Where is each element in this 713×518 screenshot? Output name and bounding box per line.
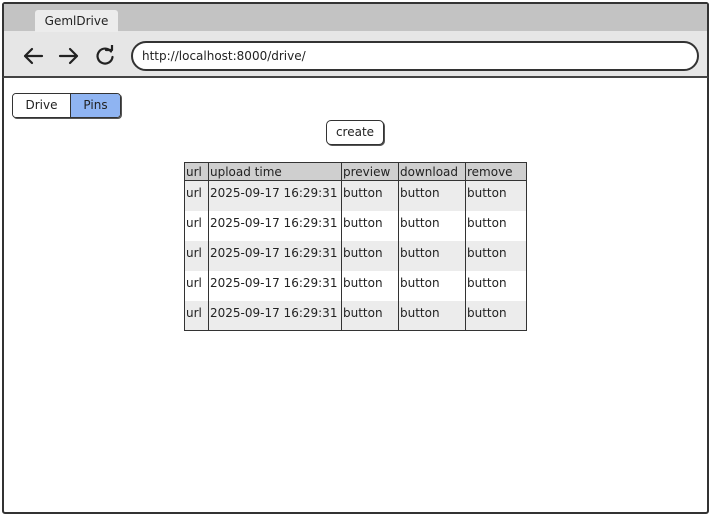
forward-button[interactable] — [56, 43, 82, 69]
header-upload-time: upload time — [208, 162, 342, 181]
preview-button[interactable]: button — [341, 210, 399, 241]
tab-strip: GemlDrive — [4, 4, 707, 32]
reload-button[interactable] — [92, 43, 118, 69]
header-url: url — [184, 162, 209, 181]
remove-button[interactable]: button — [465, 270, 527, 301]
table-row: url 2025-09-17 16:29:31 button button bu… — [184, 210, 527, 241]
upload-time-cell: 2025-09-17 16:29:31 — [208, 180, 342, 211]
upload-time-cell: 2025-09-17 16:29:31 — [208, 300, 342, 331]
preview-button[interactable]: button — [341, 180, 399, 211]
header-download: download — [398, 162, 466, 181]
table-row: url 2025-09-17 16:29:31 button button bu… — [184, 300, 527, 331]
view-toggle: Drive Pins — [12, 93, 121, 118]
reload-icon — [96, 45, 114, 65]
remove-button[interactable]: button — [465, 210, 527, 241]
preview-button[interactable]: button — [341, 300, 399, 331]
url-cell[interactable]: url — [184, 180, 209, 211]
browser-tab[interactable]: GemlDrive — [35, 10, 118, 32]
download-button[interactable]: button — [398, 240, 466, 271]
drive-toggle-button[interactable]: Drive — [13, 94, 71, 117]
table-header-row: url upload time preview download remove — [184, 162, 527, 181]
table-row: url 2025-09-17 16:29:31 button button bu… — [184, 270, 527, 301]
browser-chrome: GemlDrive http://localhost:8000/drive/ — [2, 2, 709, 78]
download-button[interactable]: button — [398, 300, 466, 331]
url-cell[interactable]: url — [184, 300, 209, 331]
create-button[interactable]: create — [326, 120, 384, 145]
arrow-right-icon — [58, 47, 79, 65]
arrow-left-icon — [23, 47, 44, 65]
remove-button[interactable]: button — [465, 180, 527, 211]
table-row: url 2025-09-17 16:29:31 button button bu… — [184, 180, 527, 211]
download-button[interactable]: button — [398, 270, 466, 301]
remove-button[interactable]: button — [465, 300, 527, 331]
upload-time-cell: 2025-09-17 16:29:31 — [208, 210, 342, 241]
preview-button[interactable]: button — [341, 270, 399, 301]
header-remove: remove — [465, 162, 527, 181]
url-cell[interactable]: url — [184, 240, 209, 271]
preview-button[interactable]: button — [341, 240, 399, 271]
back-button[interactable] — [20, 43, 46, 69]
header-preview: preview — [341, 162, 399, 181]
pins-table: url upload time preview download remove … — [184, 162, 527, 331]
table-row: url 2025-09-17 16:29:31 button button bu… — [184, 240, 527, 271]
url-cell[interactable]: url — [184, 210, 209, 241]
pins-toggle-button[interactable]: Pins — [71, 94, 120, 117]
address-bar[interactable]: http://localhost:8000/drive/ — [131, 41, 699, 71]
download-button[interactable]: button — [398, 180, 466, 211]
upload-time-cell: 2025-09-17 16:29:31 — [208, 270, 342, 301]
download-button[interactable]: button — [398, 210, 466, 241]
remove-button[interactable]: button — [465, 240, 527, 271]
url-cell[interactable]: url — [184, 270, 209, 301]
upload-time-cell: 2025-09-17 16:29:31 — [208, 240, 342, 271]
